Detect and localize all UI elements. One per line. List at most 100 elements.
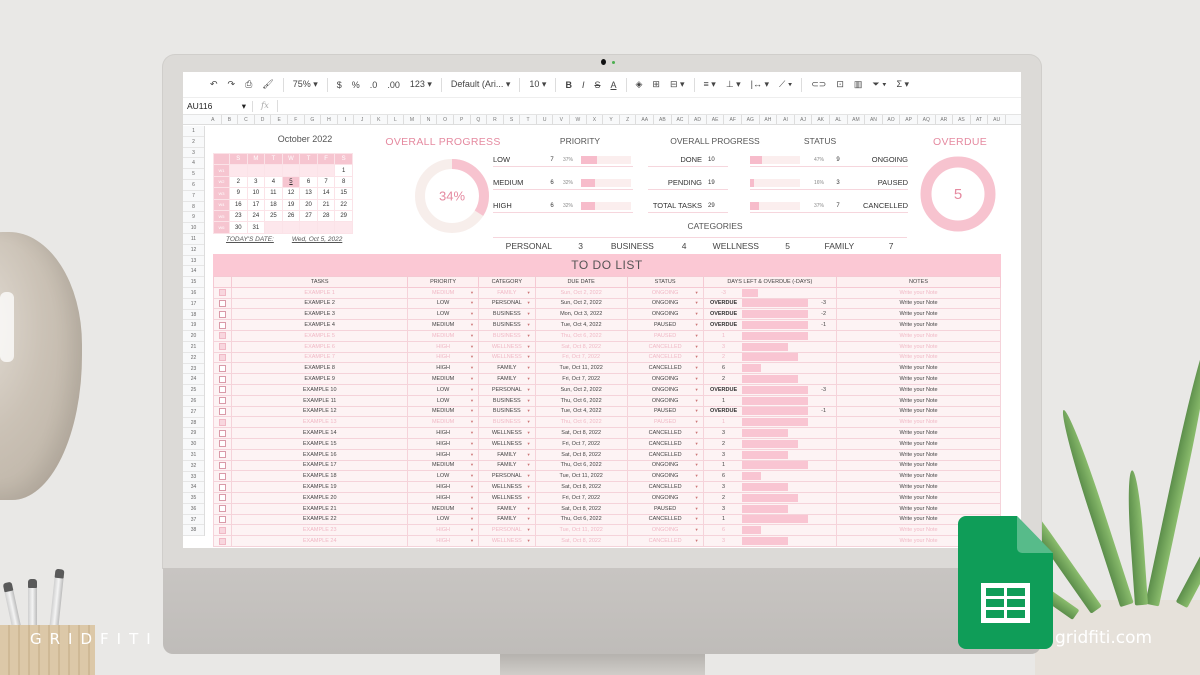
task-note[interactable]: Write your Note bbox=[836, 481, 1001, 493]
task-note[interactable]: Write your Note bbox=[836, 448, 1001, 461]
column-header[interactable]: AS bbox=[953, 115, 971, 124]
column-header[interactable]: AJ bbox=[795, 115, 813, 124]
task-note[interactable]: Write your Note bbox=[836, 394, 1001, 407]
task-priority-dropdown[interactable]: LOW ▼ bbox=[407, 297, 479, 310]
chart-icon[interactable]: ▥ bbox=[849, 72, 868, 98]
task-priority-dropdown[interactable]: LOW ▼ bbox=[407, 513, 479, 526]
calendar-day[interactable]: 11 bbox=[264, 187, 283, 200]
task-note[interactable]: Write your Note bbox=[836, 437, 1001, 450]
task-name[interactable]: EXAMPLE 7 bbox=[231, 351, 409, 364]
task-due-date[interactable]: Fri, Oct 7, 2022 bbox=[534, 491, 628, 504]
task-checkbox[interactable] bbox=[219, 289, 227, 297]
italic-button[interactable]: I bbox=[577, 72, 590, 98]
row-header[interactable]: 30 bbox=[183, 439, 204, 450]
increase-decimal-button[interactable]: .00 bbox=[382, 72, 405, 98]
row-header[interactable]: 14 bbox=[183, 266, 204, 278]
task-due-date[interactable]: Thu, Oct 6, 2022 bbox=[534, 513, 628, 526]
column-header[interactable]: A bbox=[205, 115, 222, 124]
task-category-dropdown[interactable]: WELLNESS ▼ bbox=[478, 437, 536, 450]
task-status-dropdown[interactable]: CANCELLED ▼ bbox=[626, 513, 704, 526]
task-note[interactable]: Write your Note bbox=[836, 308, 1001, 321]
row-header[interactable]: 28 bbox=[183, 418, 204, 429]
calendar-day[interactable]: 1 bbox=[334, 164, 353, 177]
task-note[interactable]: Write your Note bbox=[836, 362, 1001, 375]
column-header[interactable]: AP bbox=[900, 115, 918, 124]
task-note[interactable]: Write your Note bbox=[836, 297, 1001, 310]
task-category-dropdown[interactable]: BUSINESS ▼ bbox=[478, 329, 536, 342]
task-checkbox[interactable] bbox=[219, 472, 227, 480]
functions-icon[interactable]: Σ ▾ bbox=[891, 72, 914, 98]
calendar-day[interactable]: 4 bbox=[264, 175, 283, 189]
task-priority-dropdown[interactable]: LOW ▼ bbox=[407, 470, 479, 483]
task-status-dropdown[interactable]: ONGOING ▼ bbox=[626, 470, 704, 483]
task-priority-dropdown[interactable]: HIGH ▼ bbox=[407, 448, 479, 461]
column-header[interactable]: S bbox=[504, 115, 521, 124]
row-header[interactable]: 24 bbox=[183, 374, 204, 386]
row-header[interactable]: 5 bbox=[183, 169, 204, 180]
task-status-dropdown[interactable]: ONGOING ▼ bbox=[626, 491, 704, 504]
task-priority-dropdown[interactable]: MEDIUM ▼ bbox=[407, 373, 479, 385]
task-name[interactable]: EXAMPLE 24 bbox=[231, 535, 409, 547]
row-header[interactable]: 8 bbox=[183, 202, 204, 213]
task-priority-dropdown[interactable]: MEDIUM ▼ bbox=[407, 329, 479, 342]
task-checkbox[interactable] bbox=[219, 418, 227, 426]
task-category-dropdown[interactable]: FAMILY ▼ bbox=[478, 373, 536, 385]
task-status-dropdown[interactable]: ONGOING ▼ bbox=[626, 459, 704, 472]
calendar-day[interactable]: 19 bbox=[281, 198, 301, 211]
task-name[interactable]: EXAMPLE 21 bbox=[231, 502, 409, 515]
task-due-date[interactable]: Tue, Oct 11, 2022 bbox=[534, 470, 628, 483]
task-note[interactable]: Write your Note bbox=[836, 459, 1001, 472]
column-header[interactable]: AU bbox=[988, 115, 1006, 124]
row-header[interactable]: 20 bbox=[183, 331, 204, 342]
merge-cells-icon[interactable]: ⊟ ▾ bbox=[665, 72, 690, 98]
task-priority-dropdown[interactable]: HIGH ▼ bbox=[407, 427, 479, 439]
task-note[interactable]: Write your Note bbox=[836, 286, 1001, 299]
strikethrough-button[interactable]: S bbox=[589, 72, 605, 98]
calendar-day[interactable]: 6 bbox=[299, 175, 318, 189]
row-header[interactable]: 38 bbox=[183, 525, 204, 537]
row-header[interactable]: 37 bbox=[183, 515, 204, 526]
calendar-day[interactable]: 21 bbox=[316, 198, 336, 211]
column-header[interactable]: P bbox=[454, 115, 471, 124]
task-category-dropdown[interactable]: WELLNESS ▼ bbox=[478, 481, 536, 493]
task-category-dropdown[interactable]: PERSONAL ▼ bbox=[478, 297, 536, 310]
font-select[interactable]: Default (Ari... ▾ bbox=[446, 72, 516, 98]
column-header[interactable]: I bbox=[338, 115, 355, 124]
task-category-dropdown[interactable]: PERSONAL ▼ bbox=[478, 524, 536, 537]
zoom-select[interactable]: 75% ▾ bbox=[288, 72, 323, 98]
name-box[interactable]: AU116 ▾ bbox=[183, 100, 253, 112]
column-header[interactable]: Z bbox=[620, 115, 637, 124]
task-category-dropdown[interactable]: WELLNESS ▼ bbox=[478, 340, 536, 353]
task-checkbox[interactable] bbox=[219, 343, 227, 351]
task-category-dropdown[interactable]: BUSINESS ▼ bbox=[478, 416, 536, 429]
task-due-date[interactable]: Tue, Oct 4, 2022 bbox=[534, 405, 628, 418]
task-due-date[interactable]: Tue, Oct 11, 2022 bbox=[534, 362, 628, 375]
task-category-dropdown[interactable]: PERSONAL ▼ bbox=[478, 383, 536, 396]
task-category-dropdown[interactable]: FAMILY ▼ bbox=[478, 286, 536, 299]
task-due-date[interactable]: Fri, Oct 7, 2022 bbox=[534, 351, 628, 364]
link-icon[interactable]: ⊂⊃ bbox=[806, 72, 831, 98]
task-priority-dropdown[interactable]: HIGH ▼ bbox=[407, 437, 479, 450]
column-header[interactable]: U bbox=[537, 115, 554, 124]
row-header[interactable]: 26 bbox=[183, 396, 204, 407]
task-checkbox[interactable] bbox=[219, 353, 227, 361]
calendar-day[interactable]: 31 bbox=[246, 221, 266, 234]
task-due-date[interactable]: Sun, Oct 2, 2022 bbox=[534, 383, 628, 396]
row-header[interactable]: 18 bbox=[183, 310, 204, 321]
task-due-date[interactable]: Sat, Oct 8, 2022 bbox=[534, 502, 628, 515]
task-priority-dropdown[interactable]: HIGH ▼ bbox=[407, 481, 479, 493]
task-status-dropdown[interactable]: ONGOING ▼ bbox=[626, 308, 704, 321]
task-due-date[interactable]: Sun, Oct 2, 2022 bbox=[534, 286, 628, 299]
task-category-dropdown[interactable]: FAMILY ▼ bbox=[478, 362, 536, 375]
task-priority-dropdown[interactable]: MEDIUM ▼ bbox=[407, 319, 479, 331]
task-note[interactable]: Write your Note bbox=[836, 427, 1001, 439]
task-status-dropdown[interactable]: PAUSED ▼ bbox=[626, 329, 704, 342]
calendar-day[interactable]: 22 bbox=[334, 198, 353, 211]
currency-button[interactable]: $ bbox=[332, 72, 347, 98]
task-category-dropdown[interactable]: FAMILY ▼ bbox=[478, 502, 536, 515]
calendar-day[interactable]: 17 bbox=[246, 198, 266, 211]
text-color-button[interactable]: A bbox=[605, 72, 621, 98]
row-header[interactable]: 13 bbox=[183, 256, 204, 267]
task-note[interactable]: Write your Note bbox=[836, 329, 1001, 342]
calendar-day[interactable]: 27 bbox=[299, 209, 318, 223]
